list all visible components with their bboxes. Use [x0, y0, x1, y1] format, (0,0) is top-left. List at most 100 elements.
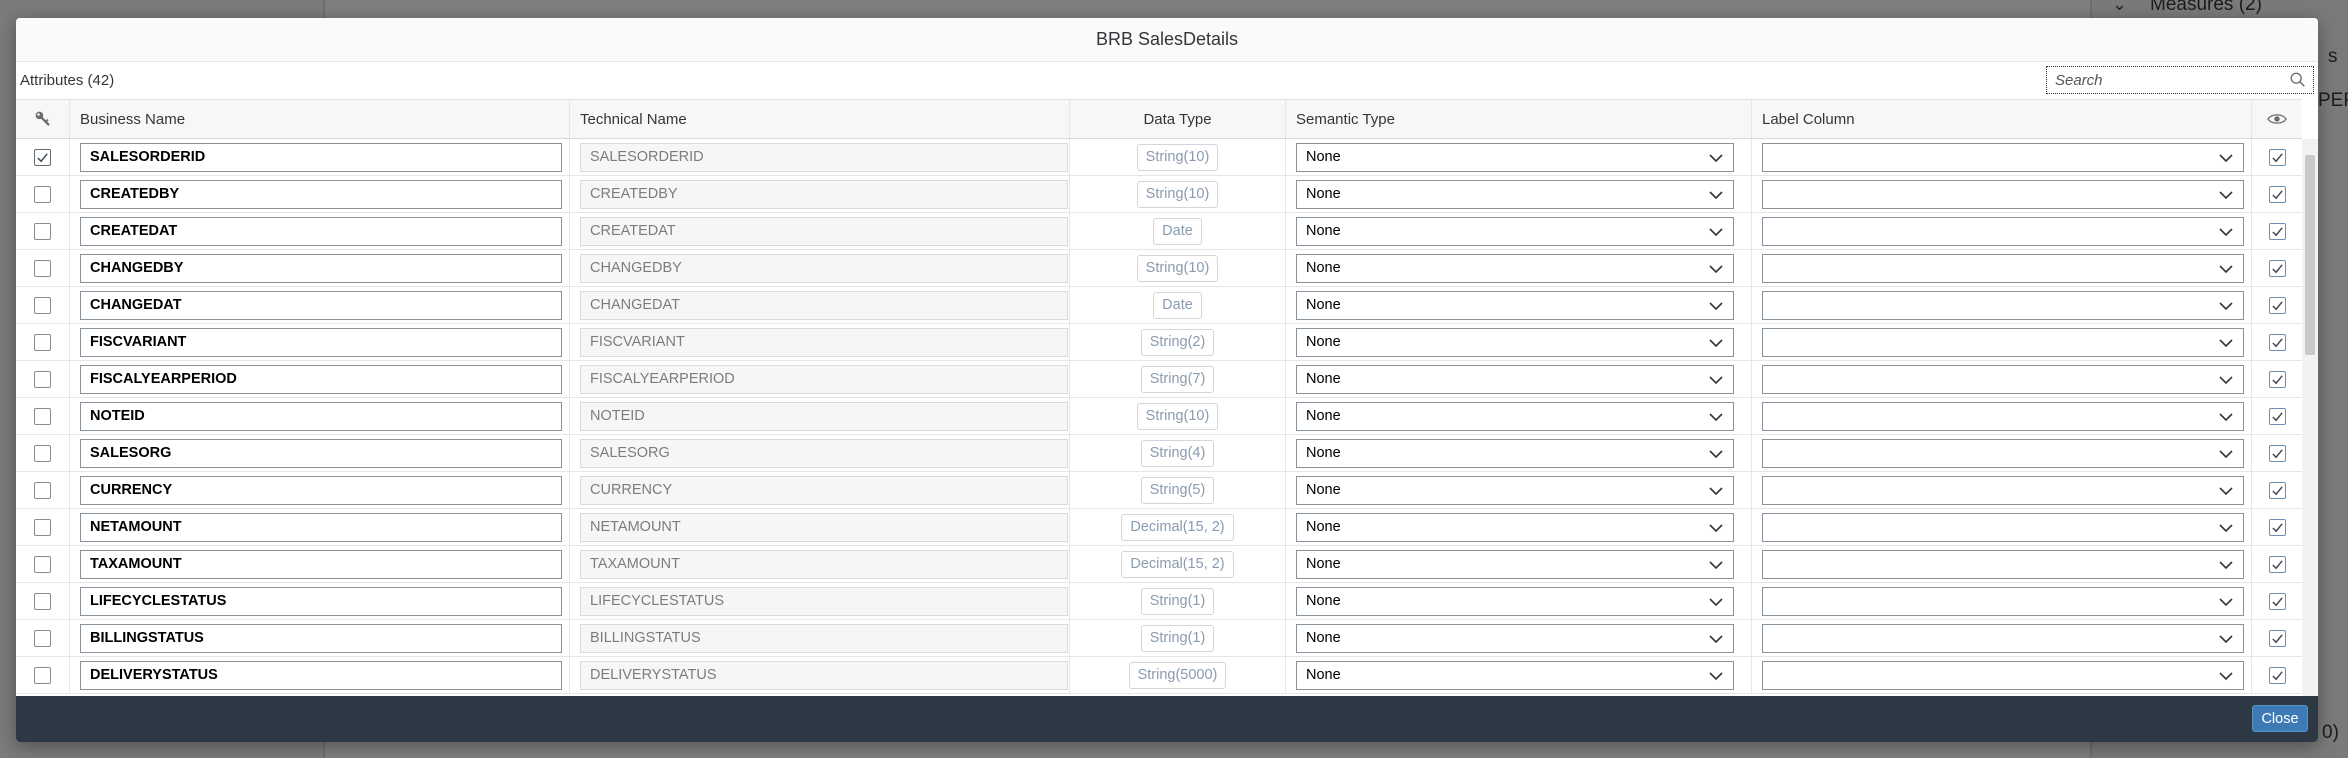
- table-row: CHANGEDBY CHANGEDBY String(10) None: [16, 250, 2302, 287]
- visibility-checkbox[interactable]: [2268, 481, 2286, 499]
- label-column-select[interactable]: [1762, 253, 2244, 283]
- label-column-select[interactable]: [1762, 512, 2244, 542]
- visibility-checkbox[interactable]: [2268, 296, 2286, 314]
- visibility-checkbox[interactable]: [2268, 185, 2286, 203]
- technical-name-cell: TAXAMOUNT: [570, 546, 1070, 582]
- technical-name-column-header[interactable]: Technical Name: [570, 100, 1070, 138]
- visibility-checkbox[interactable]: [2268, 148, 2286, 166]
- business-name-input[interactable]: FISCVARIANT: [80, 327, 562, 357]
- semantic-type-select[interactable]: None: [1296, 290, 1734, 320]
- label-column-select[interactable]: [1762, 364, 2244, 394]
- business-name-input[interactable]: SALESORDERID: [80, 142, 562, 172]
- table-row: LIFECYCLESTATUS LIFECYCLESTATUS String(1) N…: [16, 583, 2302, 620]
- business-name-input[interactable]: NETAMOUNT: [80, 512, 562, 542]
- key-checkbox[interactable]: [34, 333, 51, 351]
- label-column-column-header[interactable]: Label Column: [1752, 100, 2252, 138]
- key-checkbox[interactable]: [34, 185, 51, 203]
- chevron-down-icon: [2219, 671, 2233, 680]
- visibility-checkbox[interactable]: [2268, 370, 2286, 388]
- search-icon[interactable]: [2289, 71, 2307, 89]
- business-name-column-header[interactable]: Business Name: [70, 100, 570, 138]
- key-checkbox[interactable]: [34, 296, 51, 314]
- visibility-checkbox[interactable]: [2268, 629, 2286, 647]
- technical-name-field: CREATEDBY: [580, 179, 1068, 209]
- semantic-type-select[interactable]: None: [1296, 586, 1734, 616]
- semantic-type-column-header[interactable]: Semantic Type: [1286, 100, 1752, 138]
- key-checkbox[interactable]: [34, 407, 51, 425]
- label-column-select[interactable]: [1762, 179, 2244, 209]
- semantic-type-select[interactable]: None: [1296, 438, 1734, 468]
- semantic-type-select[interactable]: None: [1296, 364, 1734, 394]
- business-name-input[interactable]: DELIVERYSTATUS: [80, 660, 562, 690]
- key-icon: [35, 111, 50, 126]
- business-name-input[interactable]: CHANGEDAT: [80, 290, 562, 320]
- visibility-checkbox[interactable]: [2268, 555, 2286, 573]
- visibility-checkbox[interactable]: [2268, 666, 2286, 684]
- semantic-type-select[interactable]: None: [1296, 216, 1734, 246]
- business-name-input[interactable]: NOTEID: [80, 401, 562, 431]
- business-name-input[interactable]: CHANGEDBY: [80, 253, 562, 283]
- label-column-select[interactable]: [1762, 475, 2244, 505]
- key-checkbox[interactable]: [34, 259, 51, 277]
- visibility-checkbox[interactable]: [2268, 444, 2286, 462]
- background-text-fragment: s: [2328, 46, 2338, 67]
- label-column-select[interactable]: [1762, 290, 2244, 320]
- visibility-checkbox[interactable]: [2268, 592, 2286, 610]
- business-name-input[interactable]: CREATEDBY: [80, 179, 562, 209]
- business-name-input[interactable]: BILLINGSTATUS: [80, 623, 562, 653]
- chevron-down-icon: [2219, 634, 2233, 643]
- visibility-checkbox[interactable]: [2268, 222, 2286, 240]
- visibility-checkbox[interactable]: [2268, 259, 2286, 277]
- label-column-select[interactable]: [1762, 401, 2244, 431]
- key-checkbox[interactable]: [34, 518, 51, 536]
- scrollbar-thumb[interactable]: [2305, 155, 2315, 355]
- key-checkbox[interactable]: [34, 666, 51, 684]
- label-column-select[interactable]: [1762, 549, 2244, 579]
- semantic-type-select[interactable]: None: [1296, 623, 1734, 653]
- business-name-input[interactable]: TAXAMOUNT: [80, 549, 562, 579]
- semantic-type-select[interactable]: None: [1296, 327, 1734, 357]
- visibility-checkbox[interactable]: [2268, 407, 2286, 425]
- label-column-select[interactable]: [1762, 327, 2244, 357]
- semantic-type-select[interactable]: None: [1296, 179, 1734, 209]
- key-checkbox[interactable]: [34, 481, 51, 499]
- semantic-type-select[interactable]: None: [1296, 660, 1734, 690]
- visibility-cell: [2252, 435, 2302, 471]
- semantic-type-select[interactable]: None: [1296, 401, 1734, 431]
- close-button[interactable]: Close: [2252, 705, 2308, 732]
- key-checkbox[interactable]: [34, 629, 51, 647]
- semantic-type-select[interactable]: None: [1296, 253, 1734, 283]
- key-cell: [16, 361, 70, 397]
- semantic-type-select[interactable]: None: [1296, 549, 1734, 579]
- key-checkbox[interactable]: [34, 444, 51, 462]
- vertical-scrollbar[interactable]: [2302, 139, 2318, 703]
- data-type-badge: String(1): [1140, 587, 1215, 615]
- data-type-column-header[interactable]: Data Type: [1070, 100, 1286, 138]
- technical-name-cell: SALESORG: [570, 435, 1070, 471]
- semantic-type-select[interactable]: None: [1296, 512, 1734, 542]
- label-column-select[interactable]: [1762, 586, 2244, 616]
- search-field[interactable]: [2046, 66, 2314, 94]
- visibility-checkbox[interactable]: [2268, 518, 2286, 536]
- business-name-input[interactable]: LIFECYCLESTATUS: [80, 586, 562, 616]
- data-type-cell: Decimal(15, 2): [1070, 546, 1286, 582]
- business-name-input[interactable]: SALESORG: [80, 438, 562, 468]
- business-name-input[interactable]: CURRENCY: [80, 475, 562, 505]
- search-input[interactable]: [2047, 68, 2277, 92]
- label-column-select[interactable]: [1762, 660, 2244, 690]
- business-name-input[interactable]: CREATEDAT: [80, 216, 562, 246]
- key-checkbox[interactable]: [34, 148, 51, 166]
- visibility-checkbox[interactable]: [2268, 333, 2286, 351]
- business-name-input[interactable]: FISCALYEARPERIOD: [80, 364, 562, 394]
- semantic-type-select[interactable]: None: [1296, 475, 1734, 505]
- label-column-select[interactable]: [1762, 623, 2244, 653]
- dialog-footer: Close: [16, 696, 2318, 742]
- label-column-select[interactable]: [1762, 438, 2244, 468]
- label-column-select[interactable]: [1762, 142, 2244, 172]
- key-checkbox[interactable]: [34, 370, 51, 388]
- key-checkbox[interactable]: [34, 592, 51, 610]
- key-checkbox[interactable]: [34, 555, 51, 573]
- key-checkbox[interactable]: [34, 222, 51, 240]
- label-column-select[interactable]: [1762, 216, 2244, 246]
- semantic-type-select[interactable]: None: [1296, 142, 1734, 172]
